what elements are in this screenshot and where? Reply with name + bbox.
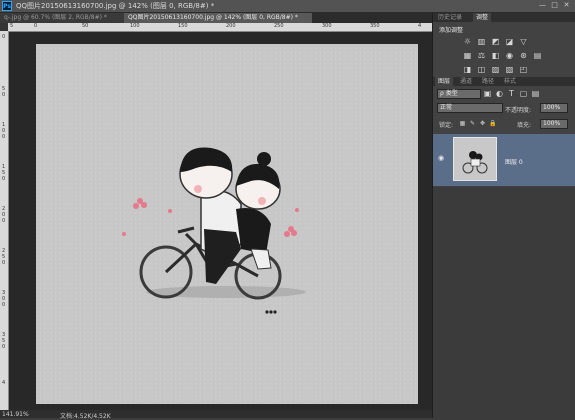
panel-tabs-top: 历史记录 调整 xyxy=(433,13,575,22)
exposure-icon[interactable]: ◪ xyxy=(505,37,514,46)
layers-empty-area xyxy=(433,187,575,418)
filter-adjust-icon[interactable]: ◐ xyxy=(495,89,504,98)
eye-visibility-icon[interactable]: ◉ xyxy=(438,154,444,162)
ruler-number: 5 xyxy=(10,23,14,29)
ruler-number: 0 xyxy=(34,23,38,29)
lock-label: 锁定: xyxy=(439,122,454,129)
tab-paths[interactable]: 路径 xyxy=(479,77,497,86)
ruler-number: 0 xyxy=(2,218,6,224)
ruler-number: 0 xyxy=(2,134,6,140)
invert-icon[interactable]: ◨ xyxy=(463,65,472,74)
fill-label: 填充: xyxy=(517,122,532,129)
gradient-map-icon[interactable]: ▧ xyxy=(505,65,514,74)
ruler-number: 150 xyxy=(178,23,188,29)
tab-history[interactable]: 历史记录 xyxy=(435,13,465,22)
layer-thumbnail[interactable] xyxy=(453,137,497,181)
ruler-number: 50 xyxy=(82,23,89,29)
layer-filter-select[interactable]: ρ 类型 xyxy=(437,89,481,99)
filter-smart-icon[interactable]: ▤ xyxy=(531,89,540,98)
tab-adjustments[interactable]: 调整 xyxy=(473,13,492,22)
opacity-field[interactable]: 100% xyxy=(540,103,568,113)
tab-channels[interactable]: 通道 xyxy=(457,77,475,86)
lock-all-icon[interactable]: 🔒 xyxy=(489,120,496,127)
ruler-number: 4 xyxy=(2,380,6,386)
close-button[interactable]: ✕ xyxy=(561,1,572,10)
tab-document-q[interactable]: q-.jpg @ 60.7% (图层 2, RGB/8#) * xyxy=(0,13,126,23)
tab-styles[interactable]: 样式 xyxy=(501,77,519,86)
lock-transparency-icon[interactable]: ▦ xyxy=(459,120,466,127)
tab-layers[interactable]: 图层 xyxy=(435,77,454,86)
ruler-number: 250 xyxy=(274,23,284,29)
brightness-sun-icon[interactable]: ☼ xyxy=(463,37,472,46)
lock-position-icon[interactable]: ✥ xyxy=(479,120,486,127)
ruler-number: 0 xyxy=(2,302,6,308)
filter-shape-icon[interactable]: ▢ xyxy=(519,89,528,98)
document-size: 文档:4.52K/4.52K xyxy=(60,413,111,420)
window-title: QQ图片20150613160700.jpg @ 142% (图层 0, RGB… xyxy=(16,2,215,10)
fill-field[interactable]: 100% xyxy=(540,119,568,129)
thumbnail-illustration xyxy=(462,151,488,174)
adjustments-label: 添加调整 xyxy=(439,27,464,34)
curves-icon[interactable]: ◩ xyxy=(491,37,500,46)
ruler-number: 0 xyxy=(2,34,6,40)
photoshop-logo-icon: Ps xyxy=(2,1,12,11)
ruler-number: 0 xyxy=(2,92,6,98)
zoom-level[interactable]: 141.91% xyxy=(2,411,29,418)
threshold-icon[interactable]: ▨ xyxy=(491,65,500,74)
ruler-number: 300 xyxy=(322,23,332,29)
image-canvas[interactable] xyxy=(36,44,418,404)
color-lookup-grid-icon[interactable]: ▤ xyxy=(533,51,542,60)
lock-pixels-icon[interactable]: ✎ xyxy=(469,120,476,127)
title-bar: Ps QQ图片20150613160700.jpg @ 142% (图层 0, … xyxy=(0,0,575,13)
layers-panel-tabs: 图层 通道 路径 样式 xyxy=(433,77,575,86)
ruler-number: 200 xyxy=(226,23,236,29)
ruler-vertical[interactable]: 0 5 0 1 0 0 1 5 0 2 0 0 2 5 0 3 0 0 3 5 … xyxy=(0,31,9,418)
channel-mixer-icon[interactable]: ⊛ xyxy=(519,51,528,60)
layer-name[interactable]: 图层 0 xyxy=(505,157,523,166)
filter-pixel-icon[interactable]: ▣ xyxy=(483,89,492,98)
maximize-button[interactable]: □ xyxy=(549,1,560,10)
levels-icon[interactable]: ▥ xyxy=(477,37,486,46)
photo-filter-icon[interactable]: ◉ xyxy=(505,51,514,60)
ruler-horizontal[interactable]: 5 0 50 100 150 200 250 300 350 4 xyxy=(8,23,432,32)
status-bar: 141.91% 文档:4.52K/4.52K xyxy=(0,410,432,420)
color-balance-icon[interactable]: ⚖ xyxy=(477,51,486,60)
ruler-number: 0 xyxy=(2,260,6,266)
gradient-triangle-icon[interactable]: ▽ xyxy=(519,37,528,46)
posterize-icon[interactable]: ◫ xyxy=(477,65,486,74)
filter-type-icon[interactable]: T xyxy=(507,89,516,98)
ruler-number: 4 xyxy=(418,23,422,29)
blend-mode-select[interactable]: 正常 xyxy=(437,103,503,113)
ruler-number: 100 xyxy=(130,23,140,29)
selective-color-icon[interactable]: ◰ xyxy=(519,65,528,74)
tab-document-qq[interactable]: QQ图片20150613160700.jpg @ 142% (图层 0, RGB… xyxy=(124,13,312,23)
opacity-label: 不透明度: xyxy=(505,107,532,114)
couple-on-bicycle-illustration xyxy=(122,147,306,314)
minimize-button[interactable]: — xyxy=(537,1,548,10)
ruler-number: 0 xyxy=(2,176,6,182)
ruler-number: 350 xyxy=(370,23,380,29)
right-panel: 历史记录 调整 添加调整 ☼ ▥ ◩ ◪ ▽ ▦ ⚖ ◧ ◉ ⊛ ▤ ◨ ◫ ▨… xyxy=(432,13,575,418)
ruler-number: 0 xyxy=(2,344,6,350)
black-white-icon[interactable]: ◧ xyxy=(491,51,500,60)
document-tab-bar: q-.jpg @ 60.7% (图层 2, RGB/8#) * QQ图片2015… xyxy=(0,13,432,23)
vibrance-icon[interactable]: ▦ xyxy=(463,51,472,60)
